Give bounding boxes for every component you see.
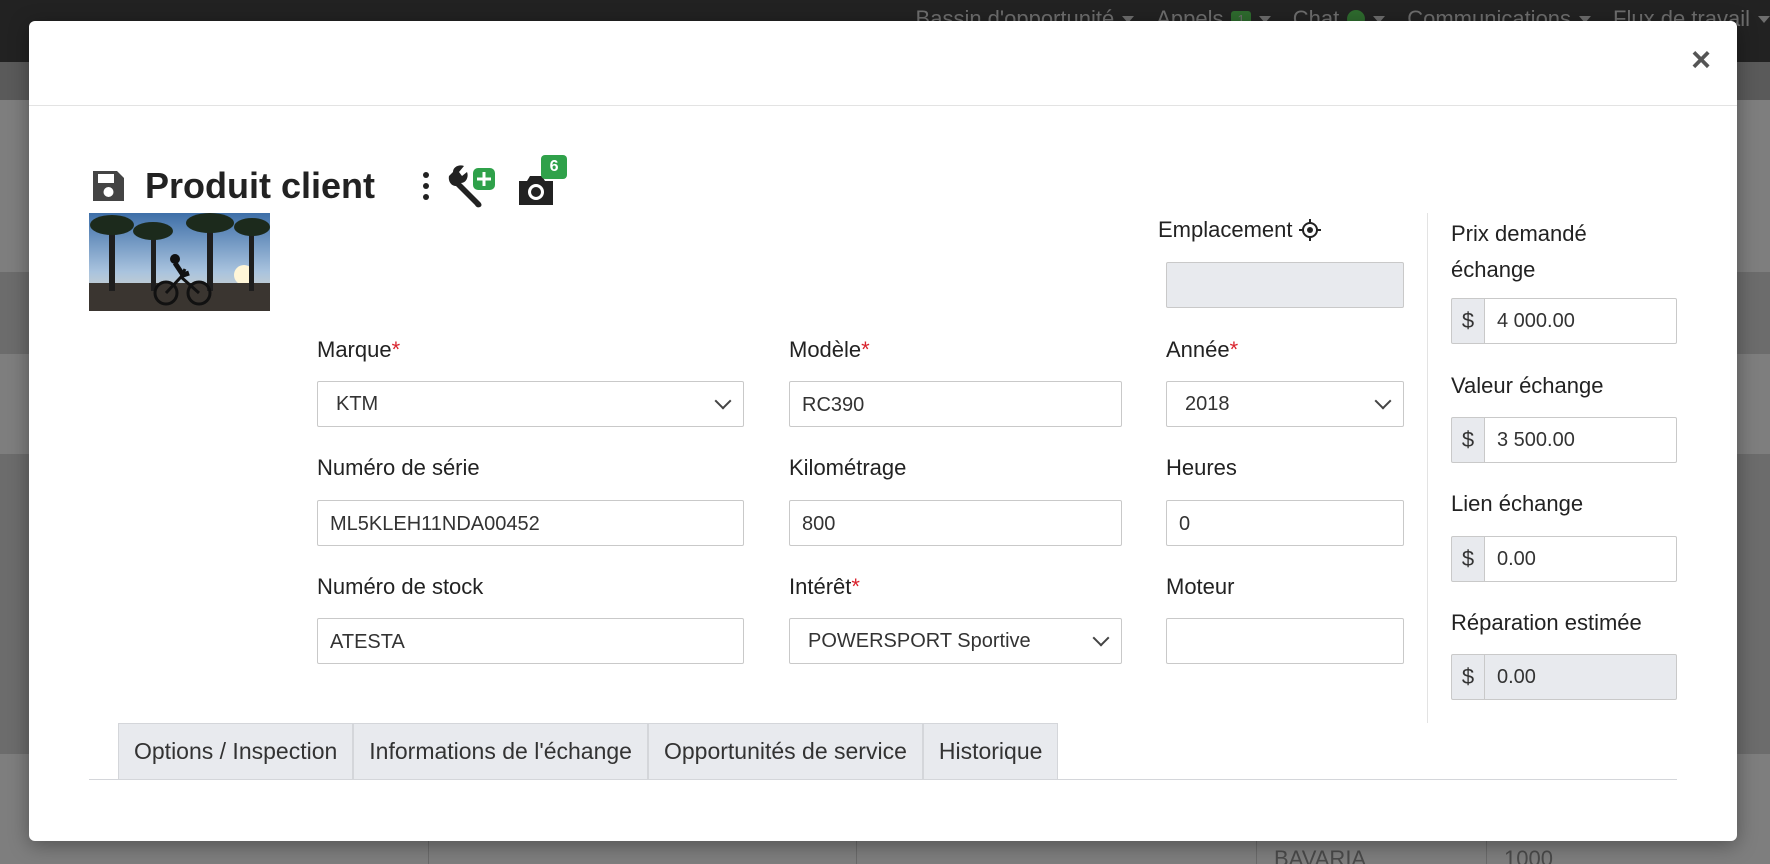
kilometrage-input[interactable]: 800 [789, 500, 1122, 546]
heures-label: Heures [1166, 455, 1237, 480]
caret-down-icon [1758, 15, 1770, 23]
prix-demande-input-group: $ 4 000.00 [1451, 298, 1677, 344]
interet-select[interactable]: POWERSPORT Sportive [789, 618, 1122, 664]
product-thumbnail[interactable] [89, 213, 270, 311]
emplacement-field[interactable] [1166, 262, 1404, 308]
kilometrage-value: 800 [802, 513, 836, 535]
currency-addon: $ [1451, 298, 1485, 344]
numero-serie-input[interactable]: ML5KLEH11NDA00452 [317, 500, 744, 546]
column-divider [1427, 213, 1428, 723]
required-marker: * [391, 337, 401, 362]
interet-value: POWERSPORT Sportive [808, 630, 1031, 652]
product-photo-icon [89, 213, 270, 311]
numero-serie-value: ML5KLEH11NDA00452 [330, 513, 540, 535]
moteur-input[interactable] [1166, 618, 1404, 664]
heures-input[interactable]: 0 [1166, 500, 1404, 546]
marque-label-text: Marque [317, 337, 392, 362]
interet-label: Intérêt* [789, 574, 860, 600]
modal-header: × [29, 21, 1737, 106]
lien-echange-input[interactable]: 0.00 [1485, 536, 1677, 582]
tab-historique[interactable]: Historique [922, 723, 1059, 779]
interet-label-text: Intérêt [789, 574, 852, 599]
moteur-label: Moteur [1166, 574, 1235, 599]
currency-addon: $ [1451, 536, 1485, 582]
prix-demande-label-line2: échange [1451, 257, 1536, 282]
annee-value: 2018 [1185, 393, 1230, 415]
save-icon[interactable] [89, 167, 127, 205]
marque-select[interactable]: KTM [317, 381, 744, 427]
prix-demande-input[interactable]: 4 000.00 [1485, 298, 1677, 344]
numero-stock-value: ATESTA [330, 631, 405, 653]
customer-product-modal: × Produit client 6 Emplacement Marque* K… [29, 21, 1737, 841]
heures-value: 0 [1179, 513, 1191, 535]
locate-icon[interactable] [1298, 219, 1321, 241]
numero-stock-label: Numéro de stock [317, 574, 484, 599]
emplacement-label-text: Emplacement [1158, 217, 1293, 242]
background-cell: 1000 [1504, 846, 1553, 864]
currency-addon: $ [1451, 654, 1485, 700]
close-button[interactable]: × [1687, 43, 1715, 77]
numero-stock-input[interactable]: ATESTA [317, 618, 744, 664]
reparation-input-group: $ 0.00 [1451, 654, 1677, 700]
emplacement-label: Emplacement [1158, 217, 1321, 243]
prix-demande-label-line1: Prix demandé [1451, 221, 1587, 246]
lien-echange-label: Lien échange [1451, 491, 1584, 516]
currency-addon: $ [1451, 417, 1485, 463]
tab-informations-echange[interactable]: Informations de l'échange [353, 723, 648, 779]
prix-demande-label: Prix demandé échange [1451, 216, 1587, 288]
annee-label-text: Année [1166, 337, 1230, 362]
camera-icon[interactable]: 6 [515, 155, 568, 211]
required-marker: * [1229, 337, 1239, 362]
modele-label: Modèle* [789, 337, 870, 363]
tab-bar: Options / Inspection Informations de l'é… [118, 723, 1059, 779]
add-repair-icon[interactable] [447, 164, 499, 208]
valeur-echange-label: Valeur échange [1451, 373, 1604, 398]
chevron-down-icon [1374, 392, 1392, 410]
annee-label: Année* [1166, 337, 1238, 363]
chevron-down-icon [1092, 629, 1110, 647]
annee-select[interactable]: 2018 [1166, 381, 1404, 427]
background-cell: BAVARIA [1274, 846, 1367, 864]
chevron-down-icon [714, 392, 732, 410]
modele-input[interactable]: RC390 [789, 381, 1122, 427]
marque-value: KTM [336, 393, 379, 415]
tab-options-inspection[interactable]: Options / Inspection [118, 723, 354, 779]
page-title: Produit client [145, 165, 376, 206]
photo-count-badge: 6 [541, 155, 568, 179]
tab-opportunites-service[interactable]: Opportunités de service [647, 723, 923, 779]
kilometrage-label: Kilométrage [789, 455, 907, 480]
more-options-icon[interactable] [421, 172, 431, 200]
tabs-divider [89, 779, 1677, 780]
reparation-input[interactable]: 0.00 [1485, 654, 1677, 700]
reparation-label: Réparation estimée [1451, 610, 1642, 635]
required-marker: * [861, 337, 870, 362]
title-row: Produit client 6 [89, 155, 568, 211]
valeur-echange-input[interactable]: 3 500.00 [1485, 417, 1677, 463]
modele-value: RC390 [802, 394, 865, 416]
valeur-echange-input-group: $ 3 500.00 [1451, 417, 1677, 463]
lien-echange-input-group: $ 0.00 [1451, 536, 1677, 582]
marque-label: Marque* [317, 337, 400, 363]
required-marker: * [851, 574, 860, 599]
modele-label-text: Modèle [789, 337, 862, 362]
numero-serie-label: Numéro de série [317, 455, 480, 480]
